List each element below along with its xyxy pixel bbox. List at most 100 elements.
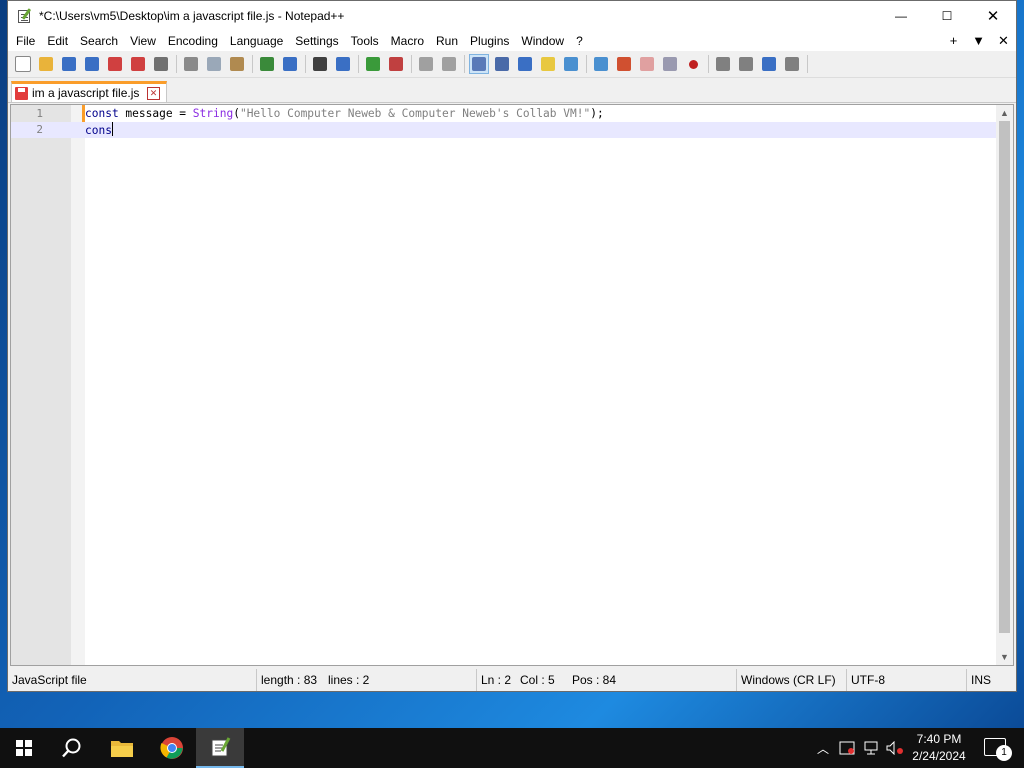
document-tab[interactable]: im a javascript file.js ✕ — [11, 81, 167, 102]
save-button[interactable] — [59, 54, 79, 74]
sync-vertical-button[interactable] — [416, 54, 436, 74]
taskbar: ︿ 7:40 PM 2/24/2024 1 — [0, 728, 1024, 768]
paste-icon — [230, 57, 244, 71]
save-macro-button[interactable] — [782, 54, 802, 74]
print-icon — [154, 57, 168, 71]
code-editor[interactable]: 1 const message = String("Hello Computer … — [10, 104, 1014, 666]
toolbar-separator — [464, 55, 465, 73]
open-file-button[interactable] — [36, 54, 56, 74]
undo-button[interactable] — [257, 54, 277, 74]
volume-muted-icon[interactable] — [884, 728, 906, 768]
notepadpp-window: *C:\Users\vm5\Desktop\im a javascript fi… — [7, 0, 1017, 692]
vertical-scrollbar[interactable]: ▲ ▼ — [996, 105, 1013, 665]
new-file-button[interactable] — [13, 54, 33, 74]
monitoring-button[interactable] — [660, 54, 680, 74]
word-wrap-icon — [472, 57, 486, 71]
toolbar — [8, 51, 1016, 78]
menu-run[interactable]: Run — [430, 31, 464, 51]
close-button[interactable]: ✕ — [970, 1, 1016, 31]
menu-help[interactable]: ? — [570, 31, 589, 51]
menu-language[interactable]: Language — [224, 31, 289, 51]
menu-tools[interactable]: Tools — [345, 31, 385, 51]
scroll-thumb[interactable] — [999, 121, 1010, 633]
code-line[interactable]: 1 const message = String("Hello Computer … — [11, 106, 997, 122]
run-macro-multiple-button[interactable] — [759, 54, 779, 74]
record-macro-icon — [688, 59, 698, 69]
menu-plugins[interactable]: Plugins — [464, 31, 515, 51]
show-all-chars-button[interactable] — [492, 54, 512, 74]
taskbar-clock[interactable]: 7:40 PM 2/24/2024 — [904, 731, 974, 765]
zoom-out-button[interactable] — [386, 54, 406, 74]
start-button[interactable] — [0, 728, 48, 768]
redo-button[interactable] — [280, 54, 300, 74]
close-button[interactable] — [105, 54, 125, 74]
toolbar-separator — [586, 55, 587, 73]
folder-workspace-button[interactable] — [637, 54, 657, 74]
close-all-icon — [131, 57, 145, 71]
indent-guide-icon — [518, 57, 532, 71]
network-icon[interactable] — [860, 728, 882, 768]
title-bar[interactable]: *C:\Users\vm5\Desktop\im a javascript fi… — [8, 1, 1016, 31]
menu-settings[interactable]: Settings — [289, 31, 344, 51]
line-number: 2 — [36, 123, 43, 136]
copy-icon — [207, 57, 221, 71]
play-macro-button[interactable] — [736, 54, 756, 74]
word-wrap-button[interactable] — [469, 54, 489, 74]
zoom-out-icon — [389, 57, 403, 71]
replace-button[interactable] — [333, 54, 353, 74]
doc-list-button[interactable] — [591, 54, 611, 74]
scroll-up-icon[interactable]: ▲ — [996, 105, 1013, 121]
doc-map-button[interactable] — [561, 54, 581, 74]
cut-button[interactable] — [181, 54, 201, 74]
chrome-icon — [160, 737, 183, 759]
toolbar-separator — [305, 55, 306, 73]
sync-horizontal-button[interactable] — [439, 54, 459, 74]
tray-security-icon[interactable] — [836, 728, 858, 768]
copy-button[interactable] — [204, 54, 224, 74]
function-list-button[interactable] — [614, 54, 634, 74]
stop-macro-button[interactable] — [713, 54, 733, 74]
search-button[interactable] — [48, 728, 96, 768]
record-macro-button[interactable] — [683, 54, 703, 74]
menu-window[interactable]: Window — [515, 31, 570, 51]
close-all-button[interactable] — [128, 54, 148, 74]
chrome-button[interactable] — [148, 728, 196, 768]
minimize-button[interactable]: — — [878, 1, 924, 31]
menu-file[interactable]: File — [10, 31, 41, 51]
line-number-gutter[interactable] — [11, 105, 71, 665]
menu-edit[interactable]: Edit — [41, 31, 74, 51]
maximize-button[interactable]: ☐ — [924, 1, 970, 31]
tab-list-dropdown-button[interactable]: ▼ — [966, 31, 991, 51]
close-doc-button[interactable]: ✕ — [991, 31, 1016, 51]
find-button[interactable] — [310, 54, 330, 74]
menu-macro[interactable]: Macro — [385, 31, 430, 51]
udl-button[interactable] — [538, 54, 558, 74]
find-icon — [313, 57, 327, 71]
run-macro-multiple-icon — [762, 57, 776, 71]
show-all-chars-icon — [495, 57, 509, 71]
menu-view[interactable]: View — [124, 31, 162, 51]
print-button[interactable] — [151, 54, 171, 74]
tab-close-icon[interactable]: ✕ — [147, 86, 160, 100]
indent-guide-button[interactable] — [515, 54, 535, 74]
file-explorer-button[interactable] — [98, 728, 146, 768]
code-line[interactable]: 2 cons — [11, 122, 997, 138]
code-token: const — [85, 107, 119, 120]
new-tab-plus-button[interactable]: + — [941, 31, 966, 51]
notepadpp-taskbar-button[interactable] — [196, 728, 244, 768]
tray-overflow-chevron[interactable]: ︿ — [814, 728, 832, 768]
menu-search[interactable]: Search — [74, 31, 124, 51]
notepadpp-app-icon[interactable] — [17, 8, 33, 24]
search-icon — [62, 738, 81, 758]
zoom-in-button[interactable] — [363, 54, 383, 74]
notification-count-badge: 1 — [996, 745, 1012, 761]
status-encoding: UTF-8 — [846, 669, 885, 691]
paste-button[interactable] — [227, 54, 247, 74]
fold-margin[interactable] — [71, 105, 85, 665]
tab-label: im a javascript file.js — [32, 86, 140, 100]
save-all-button[interactable] — [82, 54, 102, 74]
status-file-type: JavaScript file — [12, 673, 87, 687]
code-token: String — [192, 107, 234, 120]
scroll-down-icon[interactable]: ▼ — [996, 649, 1013, 665]
menu-encoding[interactable]: Encoding — [162, 31, 224, 51]
